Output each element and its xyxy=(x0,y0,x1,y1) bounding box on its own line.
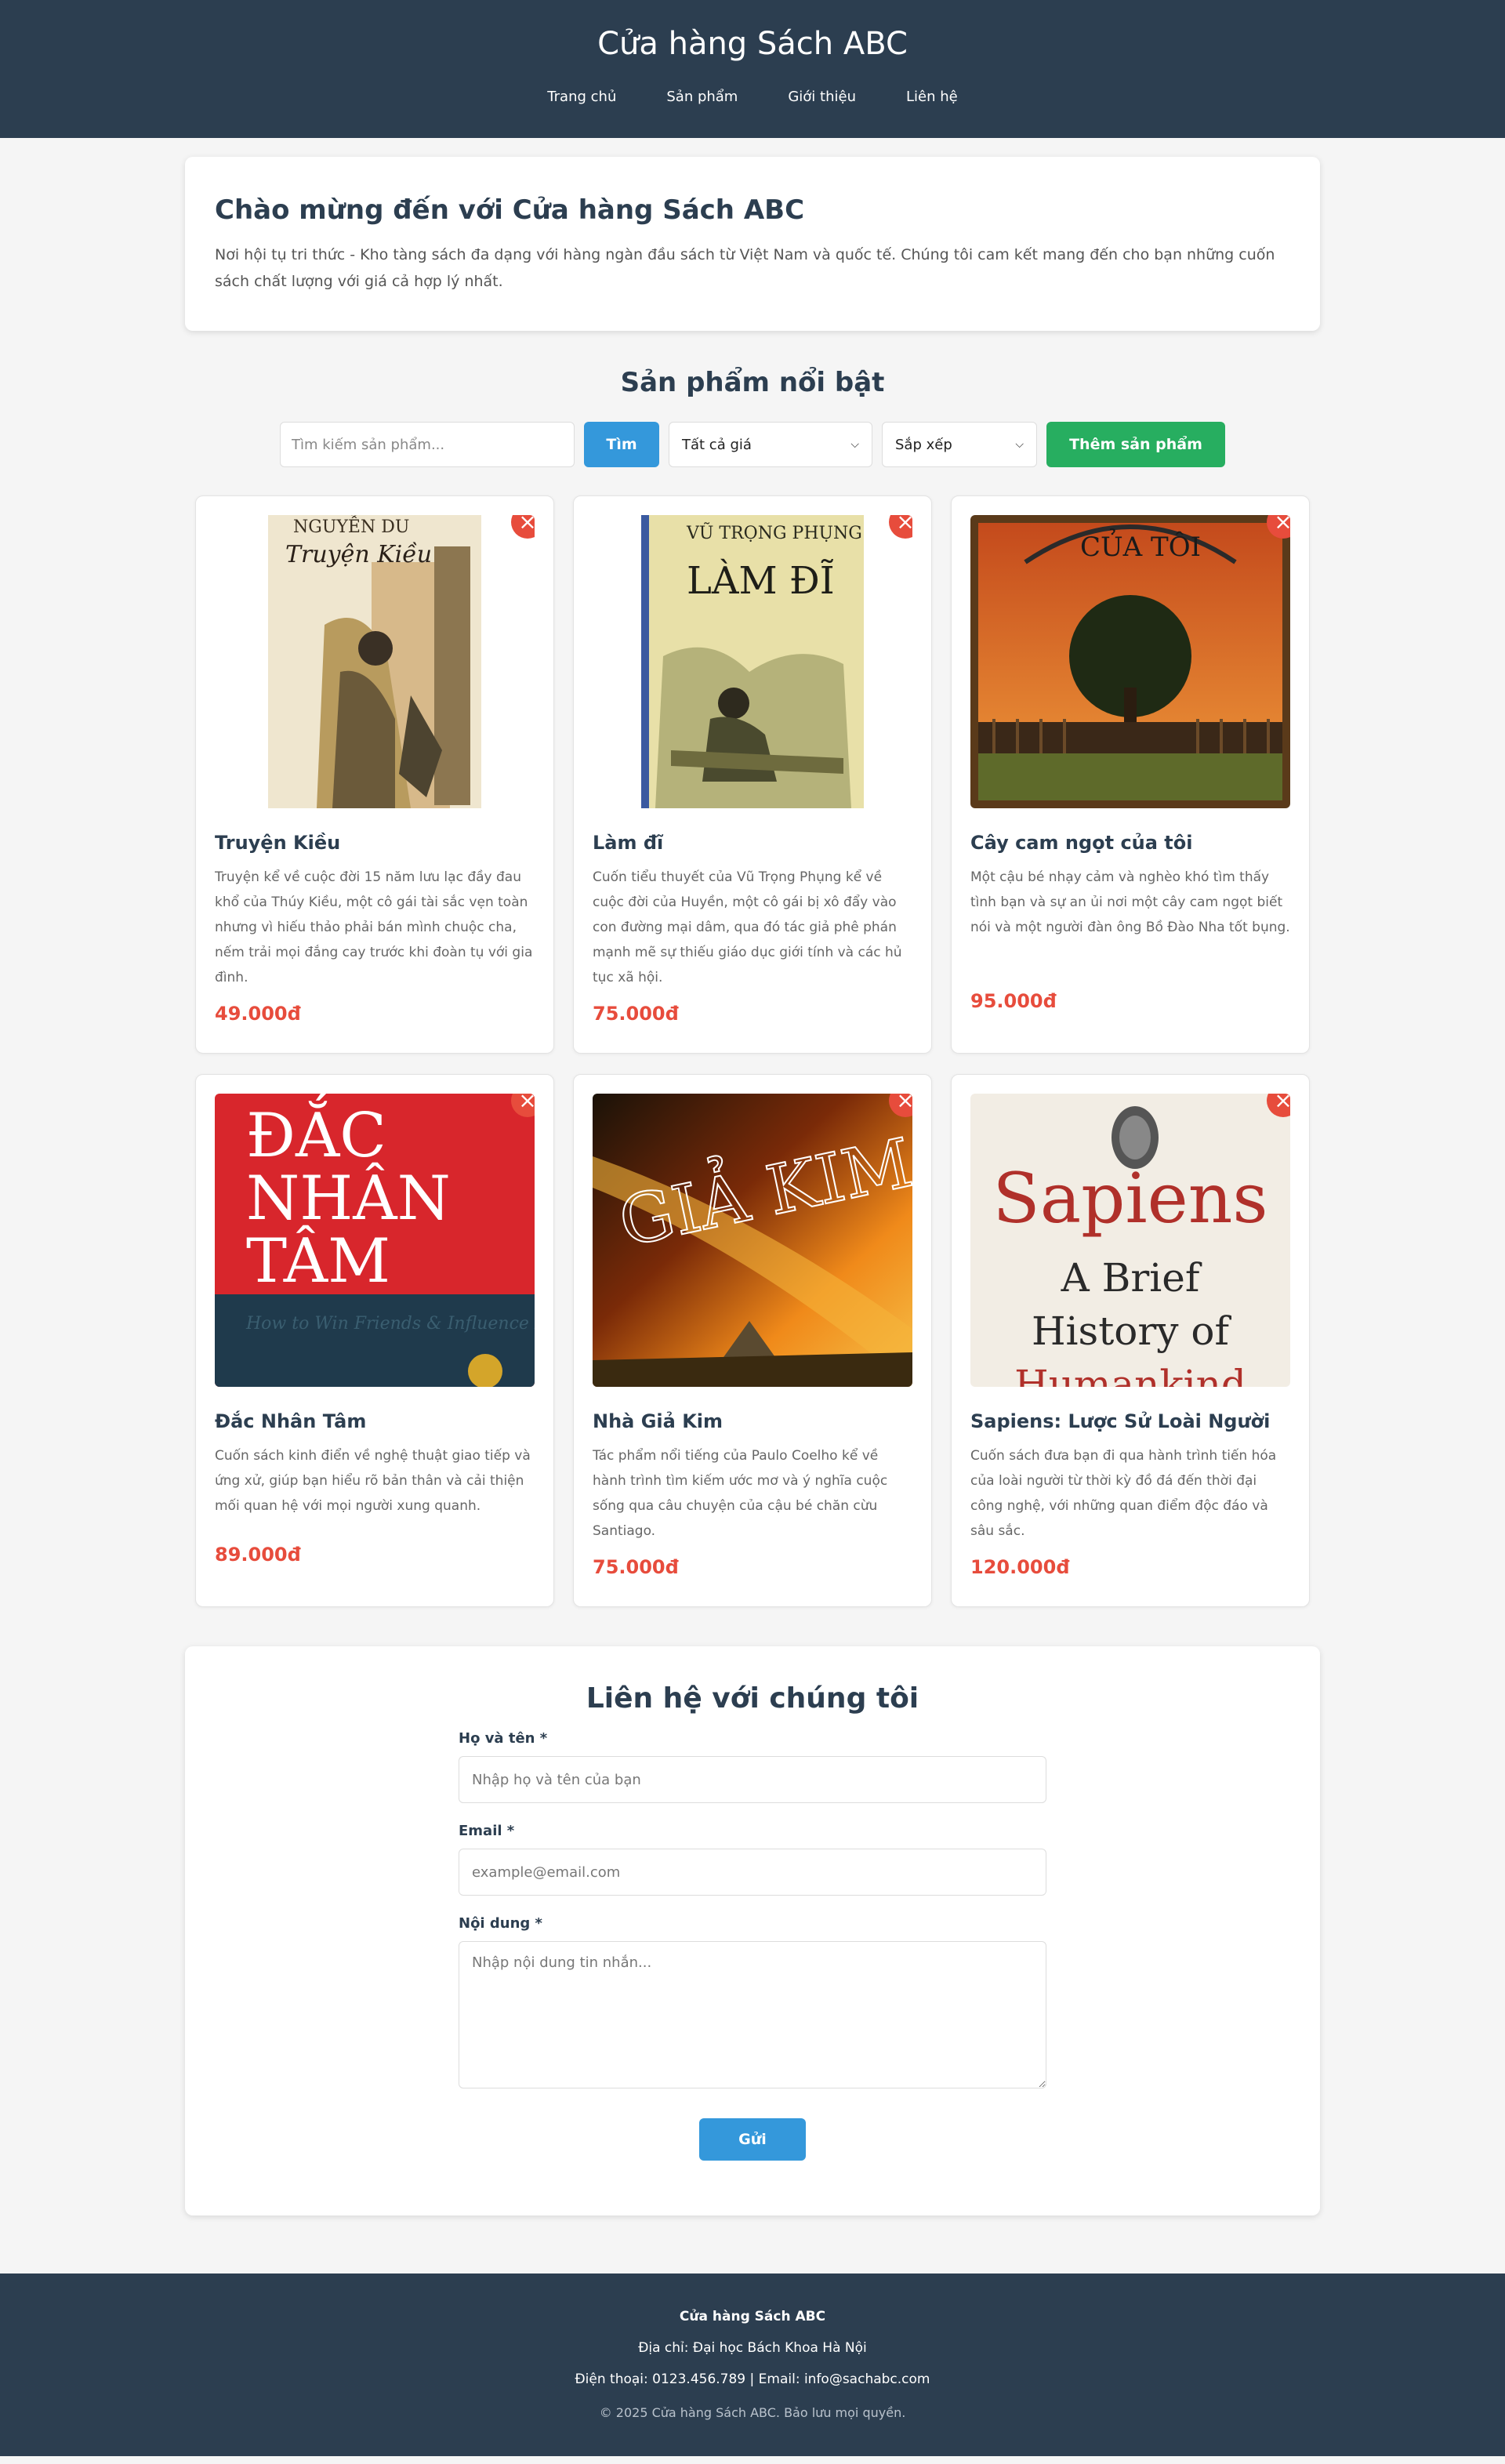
product-description: Truyện kể về cuộc đời 15 năm lưu lạc đầy… xyxy=(215,869,533,985)
product-cover-image: NGUYỄN DU Truyện Kiều × xyxy=(215,515,535,808)
product-description: Một cậu bé nhạy cảm và nghèo khó tìm thấ… xyxy=(970,869,1290,935)
product-card: GIẢ KIM × Nhà Giả Kim Tác phẩm nổi tiếng… xyxy=(573,1074,932,1607)
cover-line1: A Brief xyxy=(1061,1255,1202,1301)
footer-contact: Điện thoại: 0123.456.789 | Email: info@s… xyxy=(575,2371,930,2387)
product-title: Đắc Nhân Tâm xyxy=(215,1410,367,1432)
product-grid: NGUYỄN DU Truyện Kiều × Truyện Kiều Truy… xyxy=(185,495,1320,1607)
footer-address: Địa chỉ: Đại học Bách Khoa Hà Nội xyxy=(638,2340,867,2356)
cover-title: Sapiens xyxy=(992,1158,1267,1239)
name-label: Họ và tên * xyxy=(459,1730,548,1747)
product-description: Cuốn tiểu thuyết của Vũ Trọng Phụng kể v… xyxy=(593,869,902,985)
cover-author: NGUYỄN DU xyxy=(293,515,409,537)
message-field[interactable] xyxy=(459,1941,1046,2088)
search-button[interactable]: Tìm xyxy=(584,422,659,467)
contact-section: Liên hệ với chúng tôi Họ và tên * Email … xyxy=(185,1646,1320,2215)
chevron-down-icon: ⌵ xyxy=(850,438,859,451)
product-toolbar: Tìm Tất cả giá ⌵ Sắp xếp ⌵ Thêm sản phẩm xyxy=(185,422,1320,467)
cover-title: LÀM ĐĨ xyxy=(687,558,835,603)
nav-products[interactable]: Sản phẩm xyxy=(641,88,763,107)
site-header: Cửa hàng Sách ABC Trang chủ Sản phẩm Giớ… xyxy=(0,0,1505,138)
cover-subtitle: How to Win Friends & Influence People xyxy=(245,1314,535,1334)
submit-button[interactable]: Gửi xyxy=(699,2118,806,2161)
product-card: ĐẮC NHÂN TÂM How to Win Friends & Influe… xyxy=(195,1074,554,1607)
product-description: Tác phẩm nổi tiếng của Paulo Coelho kể v… xyxy=(593,1448,888,1539)
contact-title: Liên hệ với chúng tôi xyxy=(586,1682,919,1715)
email-field[interactable] xyxy=(459,1849,1046,1896)
product-title: Cây cam ngọt của tôi xyxy=(970,832,1193,854)
cover-line2: History of xyxy=(1032,1308,1232,1354)
product-card: CỦA TÔI × Cây cam ngọt của tôi Một cậu b… xyxy=(951,495,1310,1054)
product-price: 120.000đ xyxy=(970,1556,1070,1578)
footer-copyright: © 2025 Cửa hàng Sách ABC. Bảo lưu mọi qu… xyxy=(599,2405,906,2420)
sort-value: Sắp xếp xyxy=(895,436,952,453)
product-cover-image: Sapiens A Brief History of Humankind × xyxy=(970,1094,1290,1387)
site-title: Cửa hàng Sách ABC xyxy=(597,26,908,62)
site-footer: Cửa hàng Sách ABC Địa chỉ: Đại học Bách … xyxy=(0,2273,1505,2456)
email-label: Email * xyxy=(459,1823,515,1839)
footer-title: Cửa hàng Sách ABC xyxy=(679,2309,826,2324)
product-card: Sapiens A Brief History of Humankind × S… xyxy=(951,1074,1310,1607)
cover-line1: ĐẮC xyxy=(246,1094,386,1171)
message-label: Nội dung * xyxy=(459,1915,542,1932)
product-cover-image: GIẢ KIM × xyxy=(593,1094,912,1387)
product-price: 75.000đ xyxy=(593,1556,679,1578)
price-filter-value: Tất cả giá xyxy=(682,436,752,453)
price-filter-select[interactable]: Tất cả giá ⌵ xyxy=(669,422,872,467)
welcome-section: Chào mừng đến với Cửa hàng Sách ABC Nơi … xyxy=(185,157,1320,331)
cover-line2: NHÂN xyxy=(246,1162,451,1234)
product-title: Truyện Kiều xyxy=(215,832,341,854)
main-nav: Trang chủ Sản phẩm Giới thiệu Liên hệ xyxy=(0,88,1505,107)
name-field[interactable] xyxy=(459,1756,1046,1803)
product-description: Cuốn sách đưa bạn đi qua hành trình tiến… xyxy=(970,1448,1277,1539)
chevron-down-icon: ⌵ xyxy=(1015,438,1024,451)
product-price: 89.000đ xyxy=(215,1544,301,1566)
search-input[interactable] xyxy=(280,422,575,467)
product-cover-image: ĐẮC NHÂN TÂM How to Win Friends & Influe… xyxy=(215,1094,535,1387)
product-price: 95.000đ xyxy=(970,990,1057,1012)
cover-line3: Humankind xyxy=(1014,1362,1246,1387)
product-price: 49.000đ xyxy=(215,1003,301,1025)
submit-wrapper: Gửi xyxy=(459,2118,1046,2161)
cover-author: VŨ TRỌNG PHỤNG xyxy=(686,521,862,543)
nav-home[interactable]: Trang chủ xyxy=(522,88,641,107)
product-price: 75.000đ xyxy=(593,1003,679,1025)
contact-form: Họ và tên * Email * Nội dung * Gửi xyxy=(459,1729,1046,2161)
product-title: Làm đĩ xyxy=(593,832,664,854)
main-content: Chào mừng đến với Cửa hàng Sách ABC Nơi … xyxy=(185,157,1320,2215)
product-cover-image: CỦA TÔI × xyxy=(970,515,1290,808)
product-card: VŨ TRỌNG PHỤNG LÀM ĐĨ × Làm đĩ Cuốn tiểu… xyxy=(573,495,932,1054)
product-cover-image: VŨ TRỌNG PHỤNG LÀM ĐĨ × xyxy=(593,515,912,808)
sort-select[interactable]: Sắp xếp ⌵ xyxy=(882,422,1037,467)
add-product-button[interactable]: Thêm sản phẩm xyxy=(1046,422,1225,467)
cover-title: Truyện Kiều xyxy=(285,541,432,568)
cover-title: CỦA TÔI xyxy=(1080,528,1201,563)
products-title: Sản phẩm nổi bật xyxy=(620,367,885,398)
nav-contact[interactable]: Liên hệ xyxy=(881,88,983,107)
welcome-text: Nơi hội tụ tri thức - Kho tàng sách đa d… xyxy=(215,246,1275,290)
product-title: Nhà Giả Kim xyxy=(593,1410,723,1432)
welcome-title: Chào mừng đến với Cửa hàng Sách ABC xyxy=(215,194,805,226)
cover-line3: TÂM xyxy=(246,1225,390,1297)
product-title: Sapiens: Lược Sử Loài Người xyxy=(970,1410,1271,1432)
product-card: NGUYỄN DU Truyện Kiều × Truyện Kiều Truy… xyxy=(195,495,554,1054)
nav-about[interactable]: Giới thiệu xyxy=(763,88,881,107)
